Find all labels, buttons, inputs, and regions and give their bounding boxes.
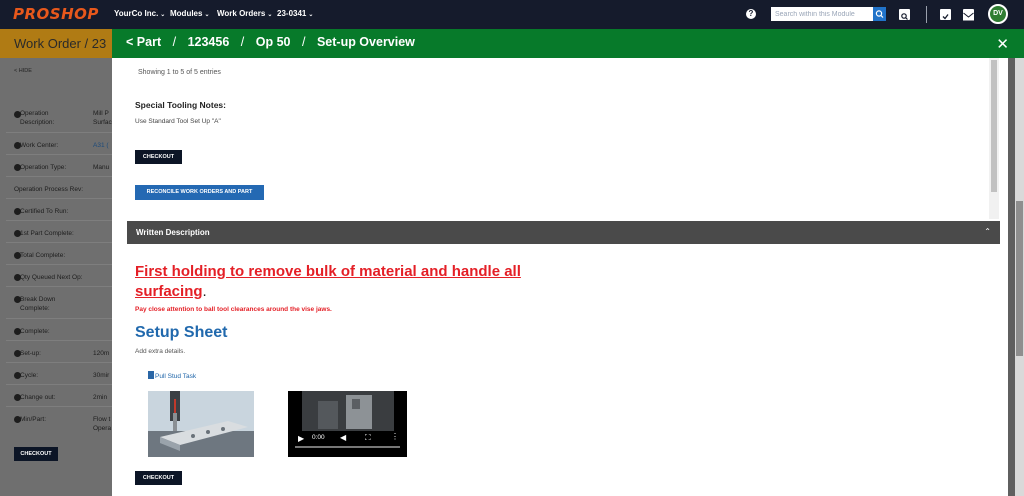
reconcile-button[interactable]: RECONCILE WORK ORDERS AND PART — [135, 185, 264, 200]
nav-company-menu[interactable]: YourCo Inc. ⌄ — [114, 9, 165, 18]
modal-body: Showing 1 to 5 of 5 entries Special Tool… — [112, 58, 1008, 496]
detail-value: 30mir — [93, 372, 110, 379]
back-chevron-icon[interactable]: < — [126, 35, 133, 49]
nav-work-orders-menu[interactable]: Work Orders ⌄ — [217, 9, 272, 18]
close-icon[interactable]: ✕ — [996, 35, 1009, 53]
detail-value: Manu — [93, 164, 110, 171]
volume-icon[interactable]: ◀ — [340, 433, 346, 442]
detail-label: Cycle: — [20, 372, 39, 379]
pull-stud-task-link[interactable]: Pull Stud Task — [148, 371, 196, 380]
entries-count: Showing 1 to 5 of 5 entries — [138, 69, 221, 76]
nav-work-order-number-menu[interactable]: 23-0341 ⌄ — [277, 9, 313, 18]
checkout-button[interactable]: CHECKOUT — [135, 150, 182, 164]
setup-sheet-subtitle: Add extra details. — [135, 348, 186, 355]
breadcrumb-part[interactable]: Part — [137, 35, 161, 49]
work-center-link[interactable]: A31 ( — [93, 141, 109, 150]
more-options-icon[interactable]: ⋮ — [391, 432, 399, 441]
description-note: Pay close attention to ball tool clearan… — [135, 306, 332, 313]
help-icon[interactable]: ? — [746, 9, 756, 19]
hide-link[interactable]: < HIDE — [14, 68, 32, 74]
detail-label: Complete: — [20, 328, 50, 335]
description-heading-end: . — [202, 283, 207, 300]
detail-label: Qty Queued Next Op: — [20, 274, 83, 281]
user-avatar[interactable]: DV — [988, 4, 1008, 24]
special-tooling-heading: Special Tooling Notes: — [135, 100, 226, 110]
video-progress-bar[interactable] — [295, 446, 400, 448]
detail-value: Flow t Opera — [93, 416, 112, 432]
breadcrumb: < Part / 123456 / Op 50 / Set-up Overvie… — [126, 35, 415, 49]
detail-label: 1st Part Complete: — [20, 230, 74, 237]
document-icon — [148, 371, 154, 379]
detail-label: Change out: — [20, 394, 56, 401]
detail-value: Mill P Surfac — [93, 110, 112, 126]
pull-stud-task-label: Pull Stud Task — [155, 373, 197, 380]
detail-label: Operation Type: — [20, 164, 67, 171]
chevron-up-icon[interactable]: ⌃ — [984, 227, 991, 236]
breadcrumb-separator: / — [240, 35, 245, 49]
detail-label: Operation Process Rev: — [14, 186, 84, 193]
video-time: 0:00 — [312, 434, 325, 441]
page-title: Work Order / 23 — [14, 36, 107, 51]
detail-label: Operation Description: — [20, 110, 55, 126]
chevron-down-icon: ⌄ — [204, 12, 210, 18]
detail-label: Total Complete: — [20, 252, 66, 259]
written-description-bar[interactable]: Written Description ⌃ — [127, 221, 1000, 244]
breadcrumb-separator: / — [172, 35, 177, 49]
nav-modules-menu[interactable]: Modules ⌄ — [170, 9, 209, 18]
mail-icon[interactable] — [963, 9, 974, 21]
breadcrumb-operation[interactable]: Op 50 — [256, 35, 291, 49]
written-description-title: Written Description — [136, 228, 210, 237]
modal-header: < Part / 123456 / Op 50 / Set-up Overvie… — [112, 29, 1024, 58]
breadcrumb-current: Set-up Overview — [316, 35, 415, 49]
chevron-down-icon: ⌄ — [267, 12, 273, 18]
setup-photo[interactable] — [148, 391, 254, 457]
search-icon — [875, 10, 884, 18]
module-search-input[interactable] — [771, 7, 873, 21]
description-heading: First holding to remove bulk of material… — [135, 262, 535, 302]
chevron-down-icon: ⌄ — [160, 12, 166, 18]
checkout-button[interactable]: CHECKOUT — [14, 447, 58, 461]
detail-label: Certified To Run: — [20, 208, 69, 215]
messages-icon[interactable] — [940, 9, 951, 20]
detail-label: Work Center: — [20, 142, 59, 149]
lookup-icon[interactable] — [899, 9, 910, 20]
inner-scrollbar-thumb[interactable] — [991, 60, 997, 192]
description-heading-text: First holding to remove bulk of material… — [135, 263, 521, 300]
special-tooling-text: Use Standard Tool Set Up "A" — [135, 118, 221, 125]
breadcrumb-separator: / — [301, 35, 306, 49]
breadcrumb-part-number[interactable]: 123456 — [188, 35, 230, 49]
detail-label: Break Down Complete: — [20, 296, 56, 312]
nav-divider — [926, 6, 927, 23]
chevron-down-icon: ⌄ — [308, 12, 314, 18]
fullscreen-icon[interactable]: ⛶ — [365, 433, 371, 443]
play-icon[interactable]: ▶ — [298, 434, 304, 443]
search-button[interactable] — [873, 7, 886, 21]
detail-label: Set-up: — [20, 350, 41, 357]
video-controls: ▶ 0:00 ◀ ⛶ ⋮ — [288, 429, 407, 457]
top-navigation-bar: PROSHOP YourCo Inc. ⌄ Modules ⌄ Work Order… — [0, 0, 1024, 29]
checkout-bottom-button[interactable]: CHECKOUT — [135, 471, 182, 485]
proshop-logo[interactable]: PROSHOP — [13, 5, 99, 23]
detail-label: Min/Part: — [20, 416, 47, 423]
setup-video[interactable]: ▶ 0:00 ◀ ⛶ ⋮ — [288, 391, 407, 457]
detail-value: 120m — [93, 350, 110, 357]
page-scrollbar-thumb[interactable] — [1016, 201, 1023, 356]
setup-sheet-title: Setup Sheet — [135, 324, 228, 341]
detail-value: 2min — [93, 394, 108, 401]
